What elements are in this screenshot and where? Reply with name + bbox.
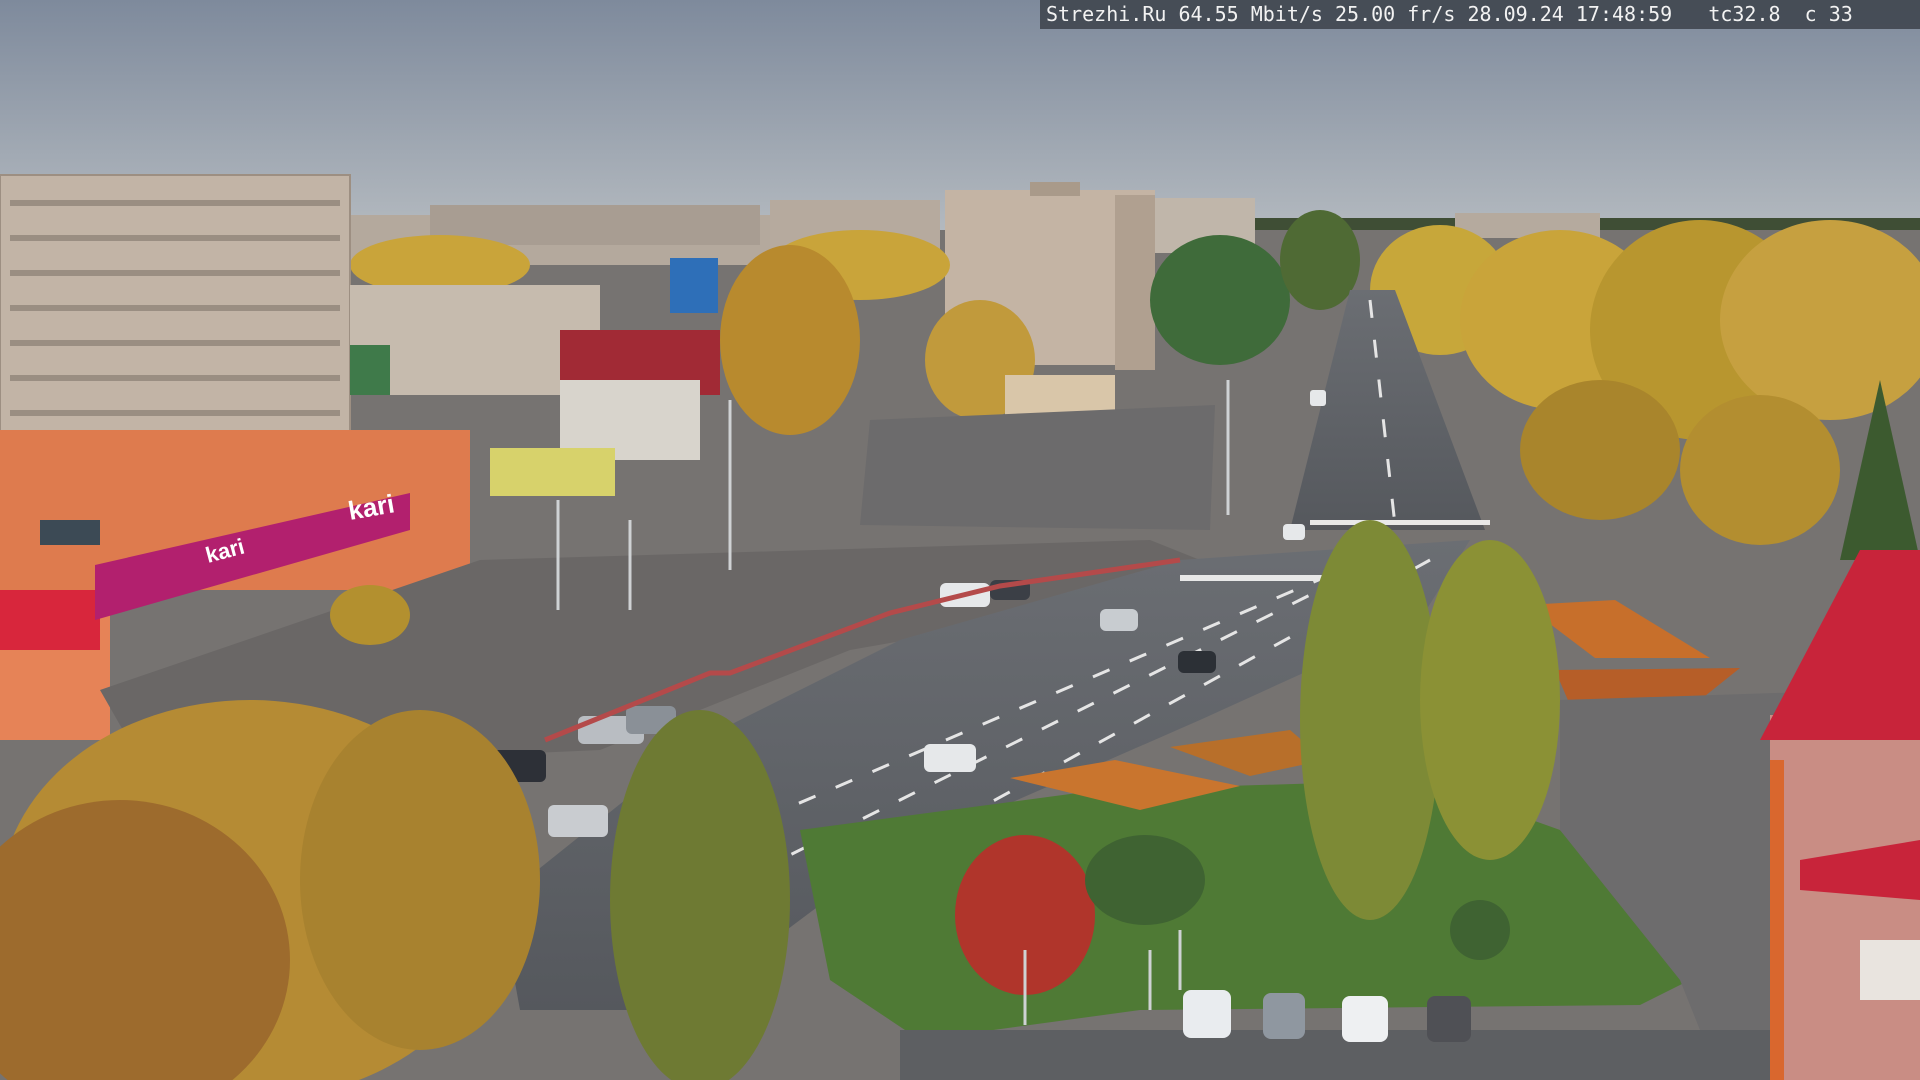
parking-square	[860, 405, 1215, 530]
overlay-site: Strezhi.Ru	[1046, 2, 1167, 26]
overlay-date: 28.09.24	[1467, 2, 1564, 26]
overlay-time: 17:48:59	[1575, 2, 1673, 26]
city-scene: kari kari	[0, 0, 1920, 1080]
webcam-frame: kari kari Strezhi.Ru 64.55 Mbit/s 25.00 …	[0, 0, 1920, 1080]
camera-overlay: Strezhi.Ru 64.55 Mbit/s 25.00 fr/s 28.09…	[1040, 0, 1920, 29]
overlay-tc: tc32.8	[1708, 2, 1781, 26]
overlay-bitrate: 64.55 Mbit/s	[1178, 2, 1323, 26]
overlay-framerate: 25.00 fr/s	[1335, 2, 1456, 26]
overlay-channel: c 33	[1804, 2, 1853, 26]
